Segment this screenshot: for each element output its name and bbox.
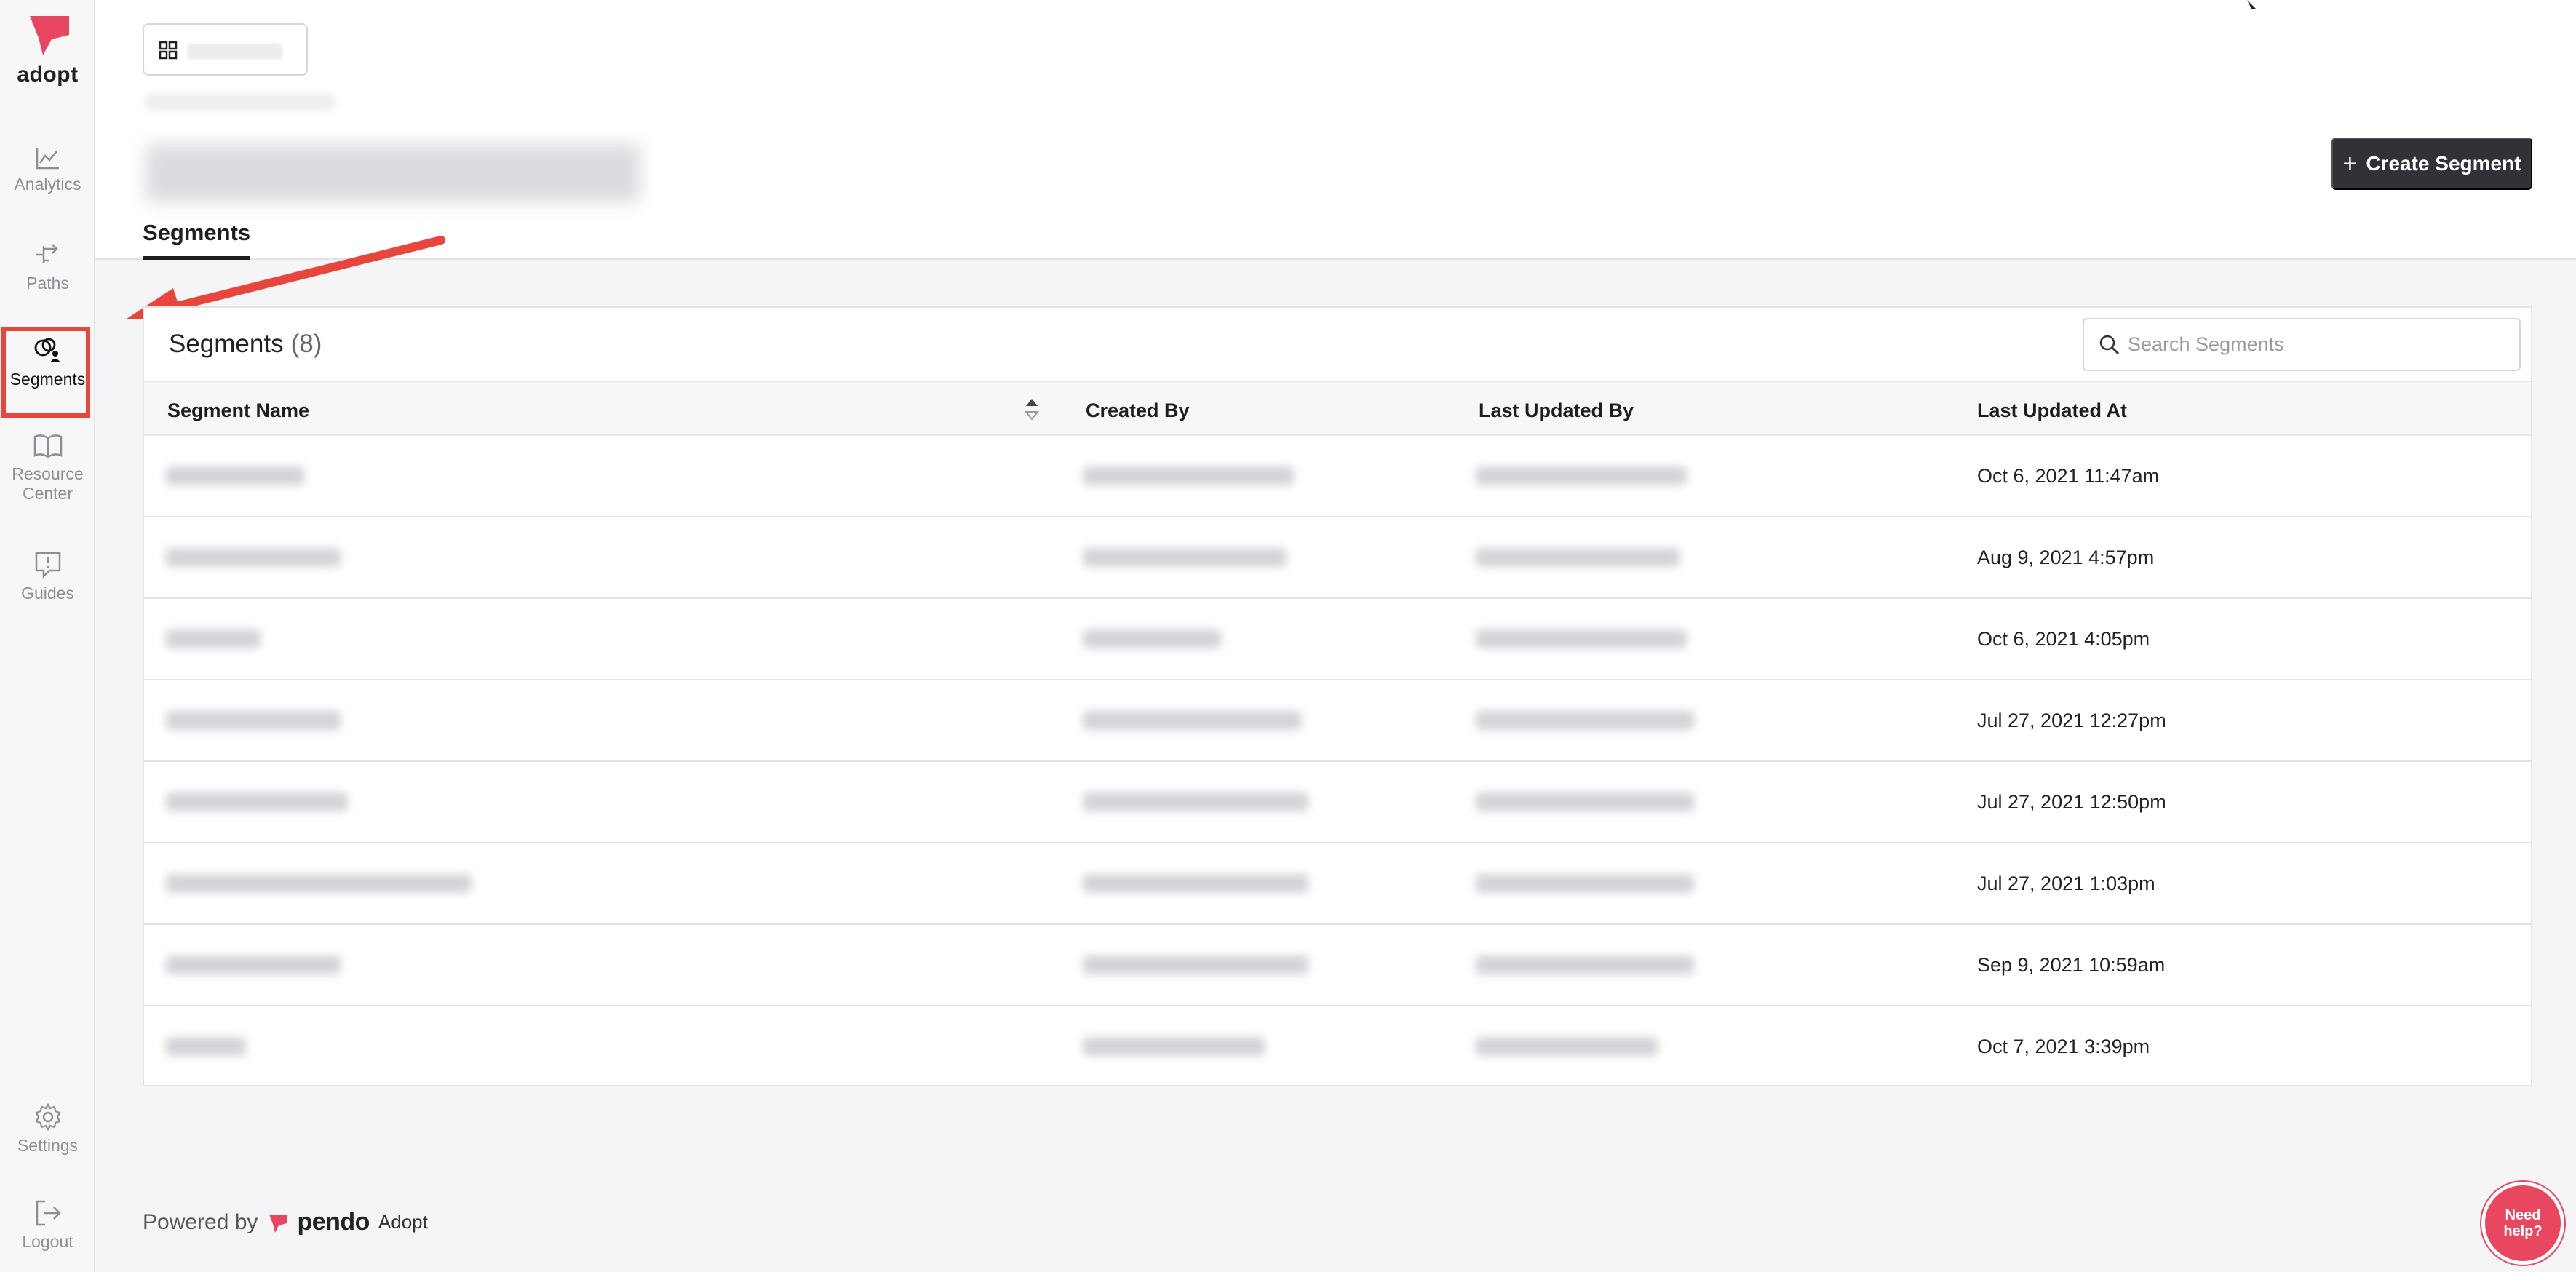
mouse-cursor-icon	[2247, 0, 2256, 9]
search-box[interactable]	[2083, 318, 2521, 371]
last-updated-at: Jul 27, 2021 12:50pm	[1977, 791, 2166, 813]
app-logo[interactable]: adopt	[0, 10, 95, 87]
segments-table-card: Segments(8) Segment Name Created By Last…	[143, 306, 2532, 1086]
table-row[interactable]: Oct 6, 2021 4:05pm	[144, 599, 2531, 680]
column-header-segment-name[interactable]: Segment Name	[167, 400, 309, 422]
search-icon	[2099, 335, 2119, 354]
need-help-button[interactable]: Need help?	[2481, 1182, 2564, 1265]
create-segment-label: Create Segment	[2366, 152, 2521, 175]
redacted-segment-name	[166, 1037, 246, 1056]
last-updated-at: Jul 27, 2021 1:03pm	[1977, 872, 2155, 894]
app-selector-button[interactable]	[143, 23, 308, 76]
last-updated-at: Oct 6, 2021 4:05pm	[1977, 628, 2150, 650]
redacted-segment-name	[166, 548, 341, 567]
redacted-updated-by	[1476, 955, 1694, 974]
create-segment-button[interactable]: + Create Segment	[2331, 138, 2532, 190]
sidebar-item-label: Settings	[17, 1136, 79, 1155]
table-row[interactable]: Oct 7, 2021 3:39pm	[144, 1006, 2531, 1088]
redacted-created-by	[1083, 955, 1308, 974]
logo-text: adopt	[17, 63, 79, 87]
redacted-created-by	[1083, 548, 1287, 567]
table-row[interactable]: Jul 27, 2021 12:27pm	[144, 680, 2531, 762]
table-row[interactable]: Jul 27, 2021 1:03pm	[144, 843, 2531, 925]
analytics-icon	[36, 148, 59, 170]
adopt-brand: Adopt	[378, 1211, 428, 1233]
resource-center-icon	[33, 434, 62, 458]
grid-icon	[159, 41, 178, 60]
redacted-created-by	[1083, 874, 1308, 893]
column-header-last-updated-at[interactable]: Last Updated At	[1977, 400, 2127, 422]
redacted-updated-by	[1476, 1037, 1658, 1056]
table-header: Segment Name Created By Last Updated By …	[144, 381, 2531, 436]
table-row[interactable]: Sep 9, 2021 10:59am	[144, 925, 2531, 1006]
sidebar-item-resource-center[interactable]: Resource Center	[0, 432, 95, 504]
pendo-brand: pendo	[297, 1208, 370, 1236]
redacted-updated-by	[1476, 874, 1694, 893]
column-header-created-by[interactable]: Created By	[1086, 400, 1190, 422]
column-header-last-updated-by[interactable]: Last Updated By	[1479, 400, 1634, 422]
sidebar-item-label: Resource Center	[12, 464, 84, 503]
sidebar: adopt Analytics Paths Segments Resource …	[0, 0, 95, 1272]
redacted-updated-by	[1476, 792, 1694, 811]
redacted-segment-name	[166, 792, 348, 811]
sidebar-item-label: Logout	[22, 1232, 73, 1251]
redacted-segment-name	[166, 874, 472, 893]
sidebar-item-label: Analytics	[14, 175, 82, 194]
sidebar-item-paths[interactable]: Paths	[0, 240, 95, 293]
segments-title-text: Segments	[169, 330, 284, 358]
table-body: Oct 6, 2021 11:47am Aug 9, 2021 4:57pm O…	[144, 436, 2531, 1088]
last-updated-at: Oct 6, 2021 11:47am	[1977, 465, 2160, 487]
table-row[interactable]: Oct 6, 2021 11:47am	[144, 436, 2531, 517]
redacted-updated-by	[1476, 711, 1694, 730]
powered-by-footer: Powered by pendo Adopt	[143, 1208, 428, 1236]
sort-icon[interactable]	[1023, 395, 1041, 423]
card-header: Segments (8)	[144, 308, 2531, 381]
powered-by-text: Powered by	[143, 1209, 258, 1234]
highlight-box	[1, 327, 90, 418]
redacted-segment-name	[166, 466, 304, 485]
sidebar-item-logout[interactable]: Logout	[0, 1199, 95, 1252]
redacted-created-by	[1083, 629, 1221, 648]
redacted-segment-name	[166, 629, 261, 648]
pendo-logo-icon	[269, 1214, 287, 1233]
sidebar-item-settings[interactable]: Settings	[0, 1102, 95, 1156]
last-updated-at: Oct 7, 2021 3:39pm	[1977, 1036, 2150, 1057]
sidebar-item-guides[interactable]: Guides	[0, 550, 95, 603]
page-header	[95, 0, 2576, 260]
redacted-updated-by	[1476, 548, 1679, 567]
redacted-app-name	[188, 44, 282, 60]
settings-icon	[34, 1102, 61, 1132]
plus-icon: +	[2342, 150, 2358, 178]
sidebar-item-analytics[interactable]: Analytics	[0, 146, 95, 194]
search-input[interactable]	[2128, 319, 2506, 370]
redacted-segment-name	[166, 711, 341, 730]
redacted-page-title	[146, 144, 640, 202]
redacted-updated-by	[1476, 466, 1687, 485]
segments-title: Segments (8)	[169, 330, 322, 359]
redacted-updated-by	[1476, 629, 1687, 648]
redacted-created-by	[1083, 792, 1308, 811]
sidebar-item-label: Guides	[21, 584, 74, 603]
redacted-created-by	[1083, 466, 1294, 485]
redacted-created-by	[1083, 1037, 1265, 1056]
last-updated-at: Aug 9, 2021 4:57pm	[1977, 546, 2155, 568]
guides-icon	[35, 552, 60, 579]
table-row[interactable]: Jul 27, 2021 12:50pm	[144, 762, 2531, 843]
redacted-breadcrumb	[146, 93, 335, 111]
table-row[interactable]: Aug 9, 2021 4:57pm	[144, 517, 2531, 599]
last-updated-at: Jul 27, 2021 12:27pm	[1977, 709, 2166, 731]
logout-icon	[36, 1200, 61, 1226]
pendo-logo-icon	[29, 16, 69, 55]
redacted-segment-name	[166, 955, 341, 974]
redacted-created-by	[1083, 711, 1301, 730]
last-updated-at: Sep 9, 2021 10:59am	[1977, 954, 2166, 976]
sidebar-item-label: Paths	[26, 274, 69, 293]
paths-icon	[36, 244, 58, 263]
segments-count: (8)	[290, 330, 322, 358]
